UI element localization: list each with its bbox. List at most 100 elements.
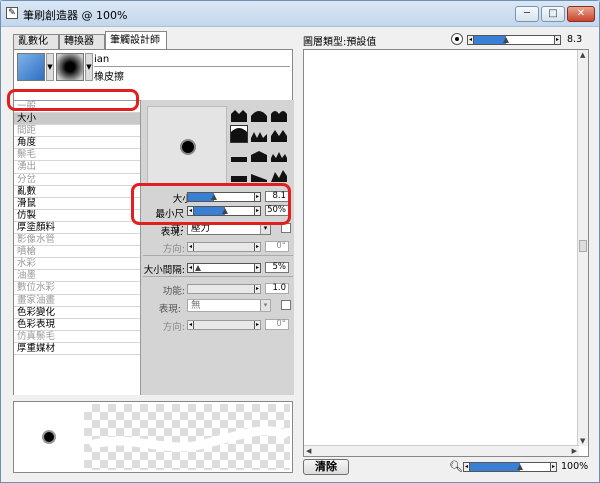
maximize-button[interactable]: □ <box>541 6 565 22</box>
horizontal-scrollbar[interactable]: ◀ ▶ <box>304 445 579 456</box>
close-button[interactable]: ✕ <box>567 6 595 22</box>
title-bar: ✎ 筆刷創造器 @ 100% ─ □ ✕ <box>1 1 599 27</box>
zoom-slider[interactable]: ◂ ▸ <box>463 462 557 472</box>
category-item[interactable]: 仿真鬃毛 <box>14 331 140 343</box>
dab-preview-canvas[interactable]: ▲ ▼ ◀ ▶ <box>303 49 589 457</box>
scroll-left-icon[interactable]: ◀ <box>306 447 311 455</box>
size-step-slider-thumb[interactable] <box>195 265 201 271</box>
category-item[interactable]: 色彩變化 <box>14 307 140 319</box>
brush-variant-thumbnail[interactable] <box>56 53 84 81</box>
category-item[interactable]: 厚塗顏料 <box>14 222 140 235</box>
highlight-size-category <box>7 89 139 111</box>
tab-stroke-designer[interactable]: 筆觸設計師 <box>105 31 167 50</box>
direction-slider-increase[interactable]: ▸ <box>254 243 260 251</box>
category-item[interactable]: 色彩表現 <box>14 319 140 331</box>
size-shape-option[interactable] <box>251 146 267 162</box>
expression2-select[interactable]: 無 ▾ <box>187 299 271 312</box>
brush-app-icon: ✎ <box>6 7 18 19</box>
name-divider <box>94 66 290 67</box>
size-step-slider-increase[interactable]: ▸ <box>254 264 260 272</box>
category-item[interactable]: 影像水管 <box>14 234 140 247</box>
category-item[interactable]: 厚重媒材 <box>14 343 140 355</box>
zoom-slider-increase[interactable]: ▸ <box>550 463 556 471</box>
size-shape-option[interactable] <box>271 126 287 142</box>
preview-size-value: 8.3 <box>567 34 583 45</box>
category-item[interactable]: 水彩 <box>14 258 140 271</box>
size-shape-option[interactable] <box>251 106 267 122</box>
category-item[interactable]: 角度 <box>14 137 140 150</box>
category-item[interactable]: 間距 <box>14 125 140 138</box>
power-value[interactable]: 1.0 <box>265 283 289 294</box>
zoom-slider-thumb[interactable] <box>517 464 523 470</box>
vertical-scroll-thumb[interactable] <box>579 240 587 252</box>
preview-size-increase[interactable]: ▸ <box>554 36 560 44</box>
tab-transposer[interactable]: 轉換器 <box>59 34 105 49</box>
preview-size-fill <box>474 36 506 44</box>
direction2-label: 方向: <box>162 322 185 333</box>
size-shape-option[interactable] <box>231 106 247 122</box>
invert-expression2-checkbox[interactable] <box>281 300 291 310</box>
direction2-slider-decrease[interactable]: ◂ <box>188 321 194 329</box>
dab-type-title: 圖層類型:預設值 <box>303 37 377 48</box>
expression2-select-value: 無 <box>191 300 201 311</box>
zoom-slider-fill <box>470 463 520 471</box>
dab-circle-inner <box>455 37 459 41</box>
tab-randomizer[interactable]: 亂數化 <box>13 34 59 49</box>
preview-size-slider[interactable]: ◂ ▸ <box>467 35 561 45</box>
category-item[interactable]: 湧出 <box>14 161 140 174</box>
dab-circle-icon <box>451 33 463 45</box>
category-item[interactable]: 畫家油畫 <box>14 295 140 307</box>
stroke-preview <box>13 401 293 473</box>
clear-button[interactable]: 清除 <box>303 459 349 475</box>
dab-preview <box>147 106 227 186</box>
direction-slider[interactable]: ◂ ▸ <box>187 242 261 252</box>
minimize-button[interactable]: ─ <box>515 6 539 22</box>
stroke-preview-canvas <box>84 404 290 470</box>
power-slider[interactable]: ▸ <box>187 284 261 294</box>
category-item[interactable]: 分岔 <box>14 174 140 186</box>
direction2-slider-increase[interactable]: ▸ <box>254 321 260 329</box>
size-step-value[interactable]: 5% <box>265 262 289 273</box>
scroll-right-icon[interactable]: ▶ <box>572 447 577 455</box>
size-shape-option[interactable] <box>230 125 248 143</box>
direction2-slider[interactable]: ◂ ▸ <box>187 320 261 330</box>
highlight-min-size-settings <box>131 183 291 225</box>
category-item[interactable]: 滑鼠 <box>14 198 140 210</box>
vertical-scrollbar[interactable]: ▲ ▼ <box>577 50 588 446</box>
size-shape-option[interactable] <box>271 146 287 162</box>
category-item[interactable]: 油墨 <box>14 270 140 283</box>
zoom-value: 100% <box>561 461 589 472</box>
size-shape-option[interactable] <box>231 146 247 162</box>
category-dropdown-arrow-icon[interactable]: ▼ <box>46 53 54 81</box>
direction-value[interactable]: 0° <box>265 241 289 252</box>
stroke-preview-curve <box>89 426 289 452</box>
size-shape-option[interactable] <box>271 106 287 122</box>
size-settings-panel: 大小: ▸ 8.1 最小尺寸: ◂ ▸ 50% 表現: 壓力 ▾ 方向: ◂ ▸… <box>140 100 294 395</box>
expression2-label: 表現: <box>158 304 181 315</box>
direction-slider-decrease[interactable]: ◂ <box>188 243 194 251</box>
category-list: 一般 大小 間距 角度 鬃毛 湧出 分岔 亂數 滑鼠 仿製 厚塗顏料 影像水管 噴槍 水彩 油墨 數位水彩 畫家… <box>14 100 140 395</box>
window-title: 筆刷創造器 @ 100% <box>23 9 128 22</box>
size-shape-option[interactable] <box>231 166 247 182</box>
scroll-down-icon[interactable]: ▼ <box>580 437 585 445</box>
scroll-up-icon[interactable]: ▲ <box>580 51 585 59</box>
preview-size-thumb[interactable] <box>503 37 509 43</box>
size-shape-option[interactable] <box>251 126 267 142</box>
size-shape-option[interactable] <box>251 166 267 182</box>
power-slider-increase[interactable]: ▸ <box>254 285 260 293</box>
size-step-slider-decrease[interactable]: ◂ <box>188 264 194 272</box>
variant-dropdown-arrow-icon[interactable]: ▼ <box>85 53 93 81</box>
direction2-value[interactable]: 0° <box>265 319 289 330</box>
brush-variant-name: 橡皮擦 <box>94 72 124 83</box>
category-item[interactable]: 亂數 <box>14 186 140 198</box>
category-item[interactable]: 大小 <box>14 113 140 126</box>
brush-name: ian <box>94 54 110 65</box>
category-item[interactable]: 數位水彩 <box>14 282 140 295</box>
category-item[interactable]: 鬃毛 <box>14 149 140 162</box>
brush-category-thumbnail[interactable] <box>17 53 45 81</box>
size-step-slider[interactable]: ◂ ▸ <box>187 263 261 273</box>
category-item[interactable]: 仿製 <box>14 210 140 222</box>
size-shape-option[interactable] <box>271 166 287 182</box>
category-item[interactable]: 噴槍 <box>14 246 140 259</box>
section-divider <box>143 276 293 277</box>
